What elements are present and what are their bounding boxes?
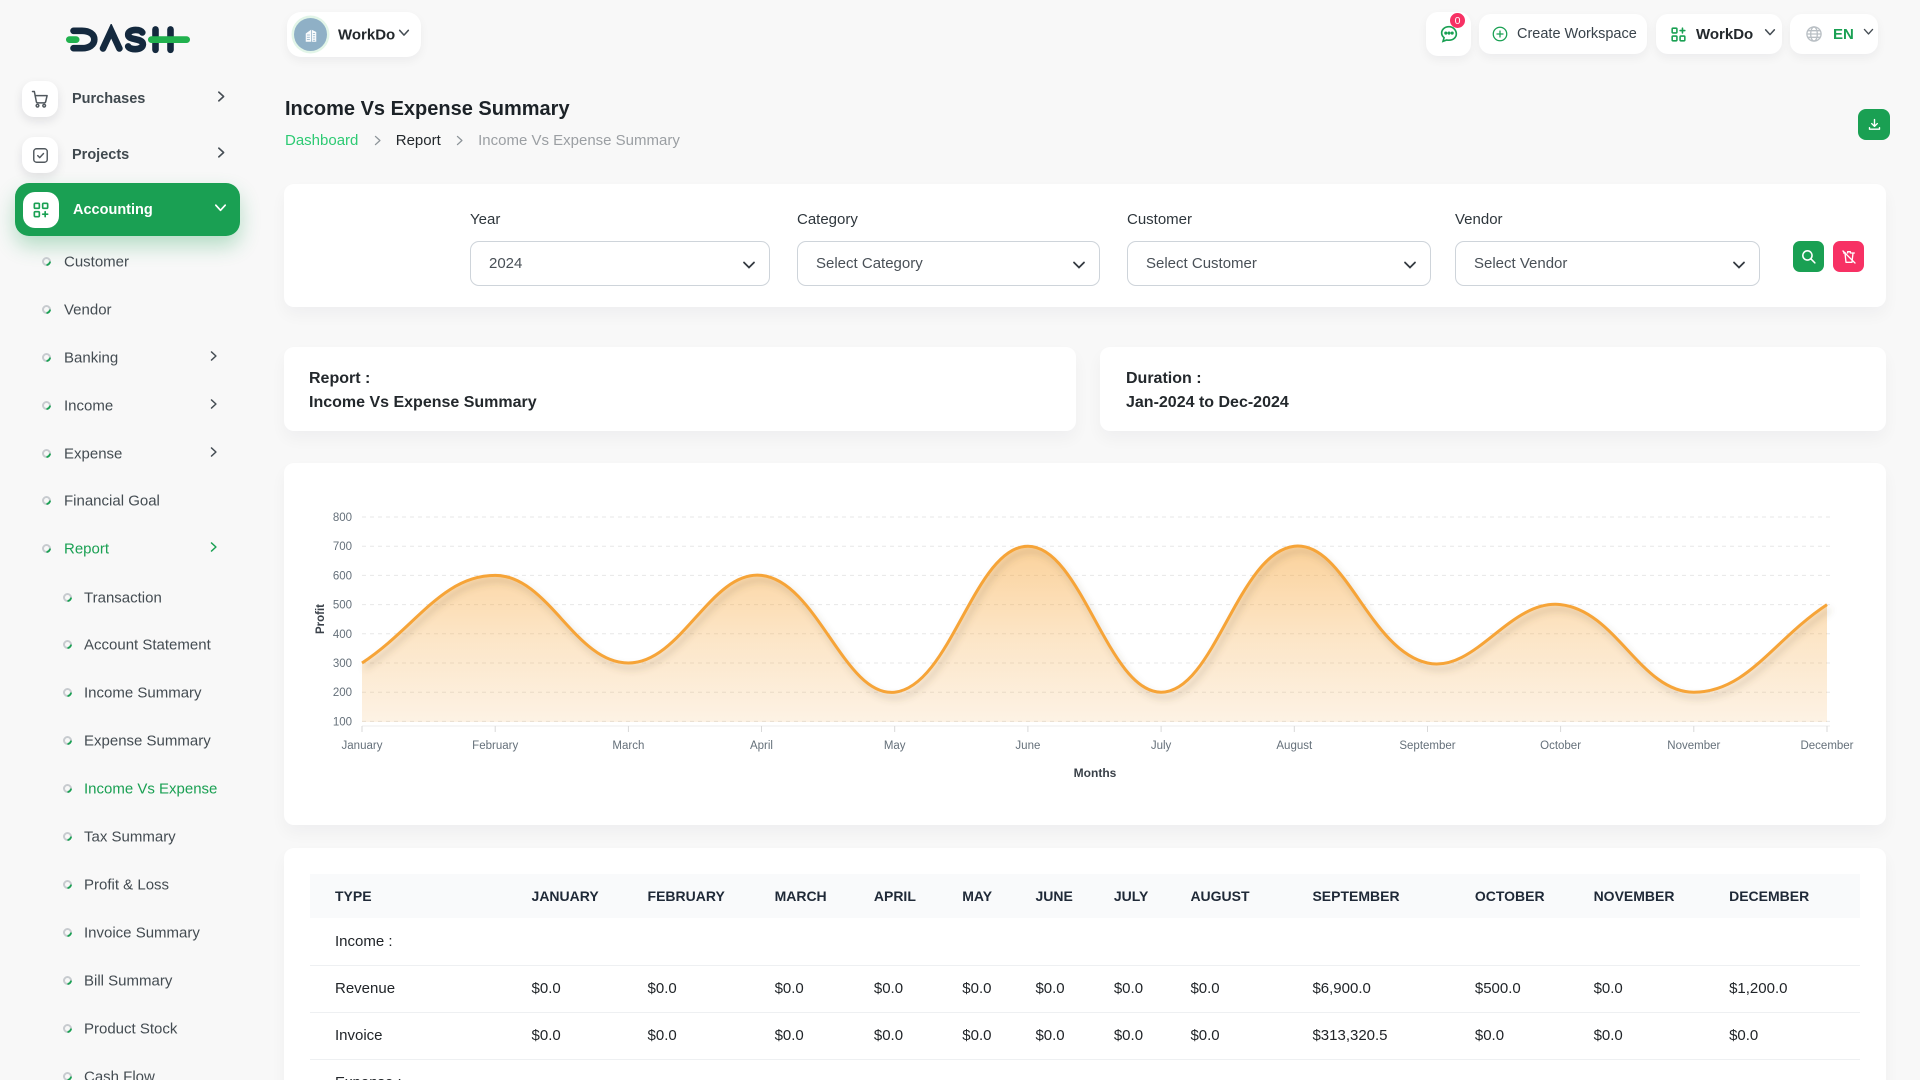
svg-text:400: 400 — [333, 629, 352, 641]
svg-text:Months: Months — [1074, 766, 1117, 780]
svg-text:October: October — [1540, 740, 1581, 752]
svg-text:December: December — [1800, 740, 1853, 752]
svg-text:August: August — [1276, 740, 1313, 752]
svg-text:300: 300 — [333, 658, 352, 670]
svg-text:February: February — [472, 740, 518, 752]
svg-text:July: July — [1151, 740, 1172, 752]
svg-text:June: June — [1015, 740, 1040, 752]
svg-text:May: May — [884, 740, 906, 752]
svg-text:600: 600 — [333, 570, 352, 582]
svg-text:200: 200 — [333, 687, 352, 699]
svg-text:January: January — [342, 740, 383, 752]
svg-text:Profit: Profit — [315, 604, 327, 634]
svg-text:November: November — [1667, 740, 1720, 752]
svg-text:April: April — [750, 740, 773, 752]
svg-text:September: September — [1399, 740, 1455, 752]
svg-text:500: 500 — [333, 600, 352, 612]
svg-text:700: 700 — [333, 541, 352, 553]
svg-text:100: 100 — [333, 716, 352, 728]
svg-text:800: 800 — [333, 512, 352, 524]
svg-text:March: March — [612, 740, 644, 752]
